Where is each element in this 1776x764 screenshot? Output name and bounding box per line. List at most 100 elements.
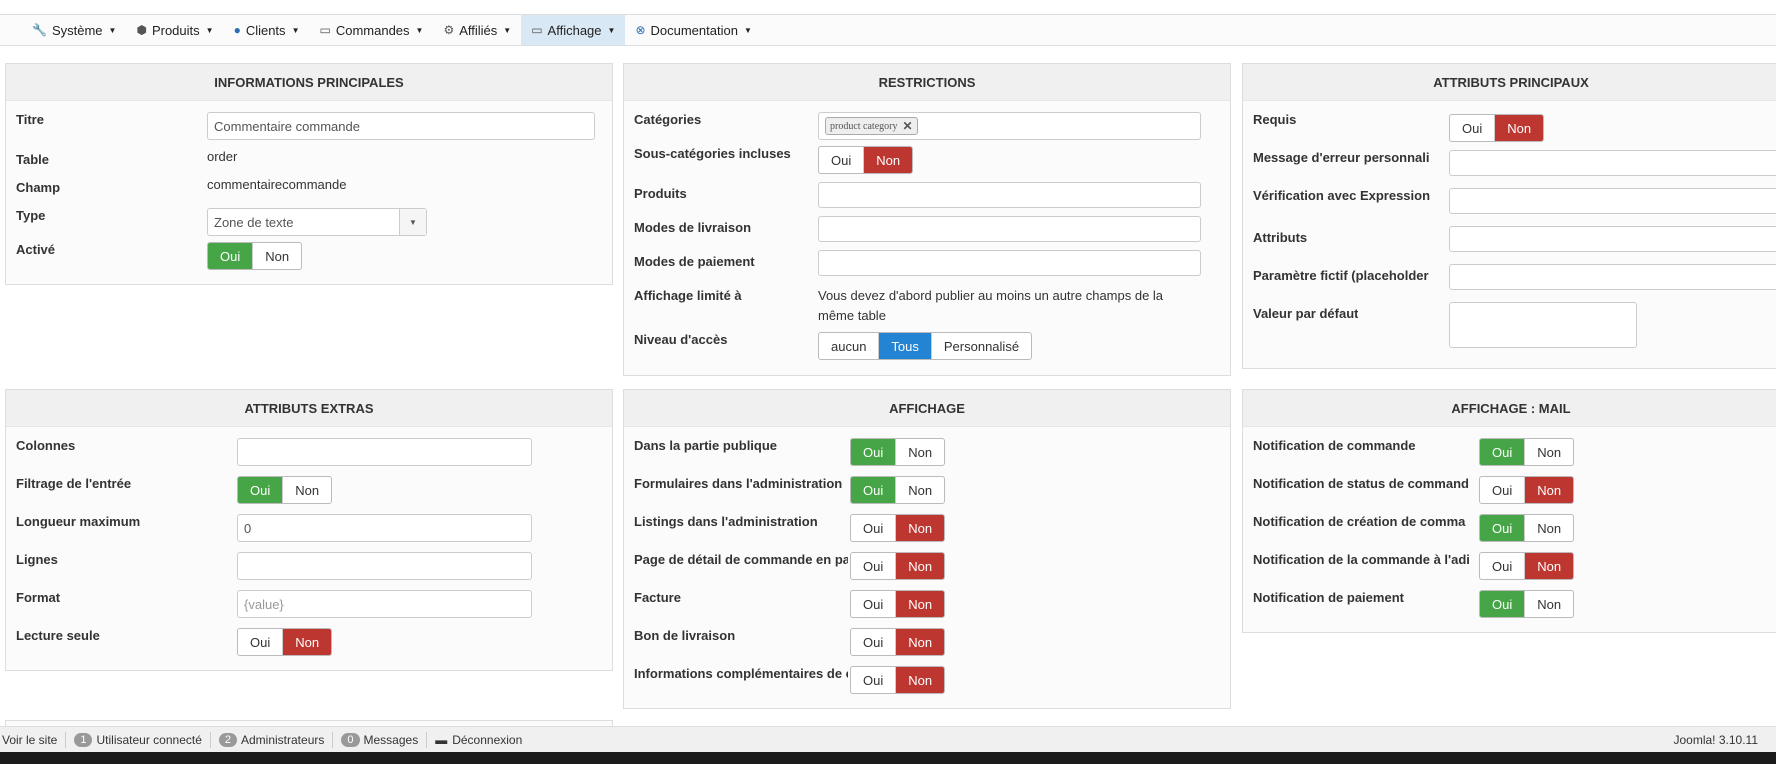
table-label: Table (16, 152, 49, 167)
non-button[interactable]: Non (896, 591, 945, 617)
nav-clients[interactable]: ● Clients ▼ (224, 15, 310, 45)
non-button[interactable]: Non (896, 439, 944, 465)
oui-button[interactable]: Oui (1480, 591, 1526, 617)
admins-status[interactable]: 2 Administrateurs (211, 731, 334, 748)
caret-down-icon: ▼ (607, 25, 616, 35)
table-value: order (207, 149, 238, 164)
oui-button[interactable]: Oui (1450, 115, 1496, 141)
caret-down-icon: ▼ (291, 25, 300, 35)
titre-input[interactable]: Commentaire commande (207, 112, 595, 140)
oui-button[interactable]: Oui (819, 147, 865, 173)
non-button[interactable]: Non (896, 477, 944, 503)
users-status[interactable]: 1 Utilisateur connecté (66, 731, 211, 748)
filtrage-toggle: Oui Non (237, 476, 333, 504)
non-button[interactable]: Non (896, 629, 945, 655)
placeholder-input[interactable] (1449, 264, 1776, 290)
bottom-dark-bar (0, 752, 1776, 764)
chevron-down-icon: ▼ (399, 209, 426, 235)
oui-button[interactable]: Oui (851, 553, 897, 579)
nav-systeme[interactable]: 🔧 Système ▼ (22, 15, 126, 45)
non-button[interactable]: Non (283, 629, 332, 655)
panel-title: INFORMATIONS PRINCIPALES (6, 64, 612, 101)
messages-status[interactable]: 0 Messages (333, 731, 428, 748)
non-button[interactable]: Non (1525, 553, 1574, 579)
panel-title: AFFICHAGE : MAIL (1243, 390, 1776, 427)
non-button[interactable]: Non (253, 243, 301, 269)
longueur-input[interactable]: 0 (237, 514, 532, 542)
mail-toggle: Oui Non (1479, 476, 1575, 504)
non-button[interactable]: Non (864, 147, 913, 173)
wrench-icon: 🔧 (32, 23, 47, 37)
affichage-toggle: Oui Non (850, 438, 946, 466)
placeholder-label: Paramètre fictif (placeholder (1253, 268, 1429, 283)
affichage-toggle: Oui Non (850, 590, 946, 618)
category-tag: product category ✕ (825, 117, 918, 135)
non-button[interactable]: Non (1525, 439, 1573, 465)
nav-documentation[interactable]: ⊗ Documentation ▼ (625, 15, 761, 45)
personnalise-button[interactable]: Personnalisé (932, 333, 1031, 359)
colonnes-input[interactable] (237, 438, 532, 466)
caret-down-icon: ▼ (108, 25, 117, 35)
remove-tag-icon[interactable]: ✕ (902, 119, 912, 134)
oui-button[interactable]: Oui (851, 629, 897, 655)
voir-site-link[interactable]: Voir le site (0, 731, 67, 748)
oui-button[interactable]: Oui (851, 477, 897, 503)
non-button[interactable]: Non (1525, 477, 1574, 503)
status-bar: Voir le site 1 Utilisateur connecté 2 Admi… (0, 726, 1776, 752)
nav-commandes[interactable]: ▭ Commandes ▼ (309, 15, 433, 45)
aucun-button[interactable]: aucun (819, 333, 880, 359)
non-button[interactable]: Non (896, 667, 945, 693)
oui-button[interactable]: Oui (851, 591, 897, 617)
categories-input[interactable]: product category ✕ (818, 112, 1201, 140)
non-button[interactable]: Non (283, 477, 331, 503)
oui-button[interactable]: Oui (1480, 477, 1526, 503)
oui-button[interactable]: Oui (1480, 515, 1526, 541)
mail-toggle: Oui Non (1479, 590, 1575, 618)
oui-button[interactable]: Oui (851, 667, 897, 693)
type-select[interactable]: Zone de texte ▼ (207, 208, 427, 236)
non-button[interactable]: Non (896, 553, 945, 579)
type-label: Type (16, 208, 46, 223)
affichage-toggle: Oui Non (850, 666, 946, 694)
format-input[interactable]: {value} (237, 590, 532, 618)
regex-input[interactable] (1449, 188, 1776, 214)
acces-toggle: aucun Tous Personnalisé (818, 332, 1033, 360)
oui-button[interactable]: Oui (238, 629, 284, 655)
nav-affichage[interactable]: ▭ Affichage ▼ (521, 15, 626, 45)
non-button[interactable]: Non (1525, 591, 1573, 617)
paiement-input[interactable] (818, 250, 1201, 276)
tous-button[interactable]: Tous (879, 333, 932, 359)
erreur-label: Message d'erreur personnali (1253, 150, 1430, 165)
attributs-input[interactable] (1449, 226, 1776, 252)
produits-input[interactable] (818, 182, 1201, 208)
oui-button[interactable]: Oui (851, 439, 897, 465)
panel-title: ATTRIBUTS EXTRAS (6, 390, 612, 427)
lignes-input[interactable] (237, 552, 532, 580)
non-button[interactable]: Non (896, 515, 945, 541)
panel-affichage-mail: AFFICHAGE : MAIL Notification de command… (1242, 389, 1776, 633)
erreur-input[interactable] (1449, 150, 1776, 176)
oui-button[interactable]: Oui (208, 243, 254, 269)
oui-button[interactable]: Oui (238, 477, 284, 503)
oui-button[interactable]: Oui (1480, 439, 1526, 465)
default-textarea[interactable] (1449, 302, 1637, 348)
nav-affilies[interactable]: ⚙ Affiliés ▼ (433, 15, 521, 45)
non-button[interactable]: Non (1525, 515, 1573, 541)
affichage-limite-label: Affichage limité à (634, 288, 742, 303)
livraison-input[interactable] (818, 216, 1201, 242)
souscat-toggle: Oui Non (818, 146, 914, 174)
logout-link[interactable]: ▬ Déconnexion (427, 732, 530, 748)
souscat-label: Sous-catégories incluses (634, 146, 791, 161)
lignes-label: Lignes (16, 552, 58, 567)
nav-produits[interactable]: ⬢ Produits ▼ (126, 15, 223, 45)
caret-down-icon: ▼ (503, 25, 512, 35)
affichage-row-label: Facture (634, 590, 681, 605)
users-badge: 1 (74, 732, 93, 747)
non-button[interactable]: Non (1495, 115, 1544, 141)
affichage-toggle: Oui Non (850, 476, 946, 504)
default-label: Valeur par défaut (1253, 306, 1359, 321)
titre-label: Titre (16, 112, 44, 127)
minus-icon: ▬ (435, 732, 448, 747)
oui-button[interactable]: Oui (1480, 553, 1526, 579)
oui-button[interactable]: Oui (851, 515, 897, 541)
